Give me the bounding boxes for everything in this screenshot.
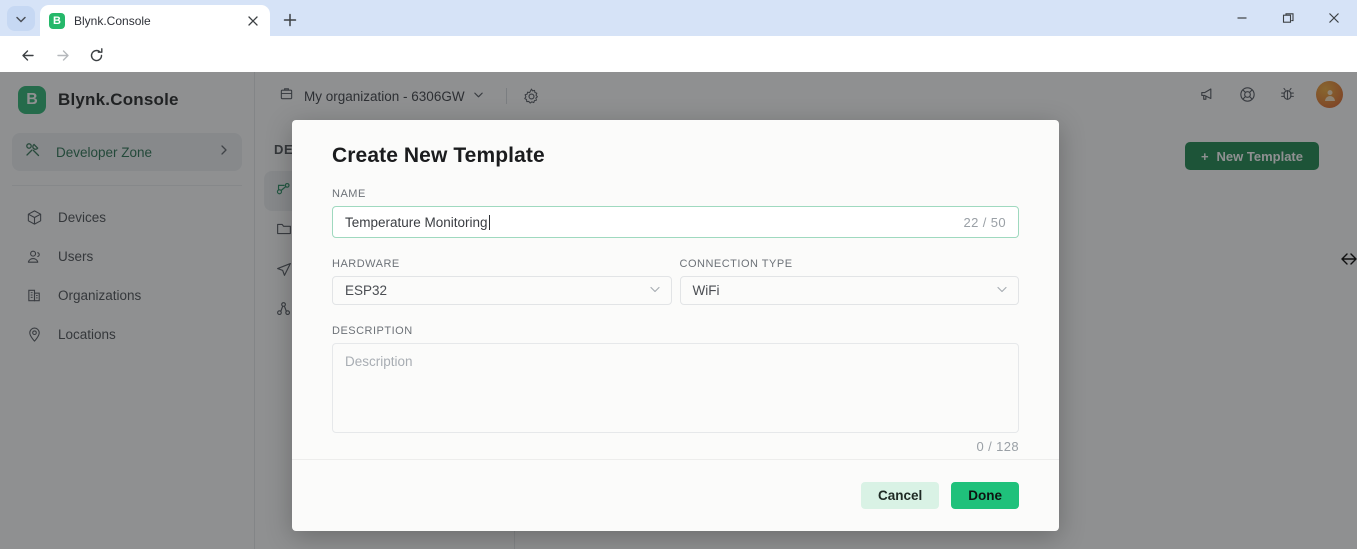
description-char-counter: 0 / 128 [332, 439, 1019, 454]
hardware-connection-row: HARDWARE ESP32 CONNECTION TYPE WiFi [332, 238, 1019, 305]
chevron-down-icon [996, 282, 1008, 300]
forward-button[interactable] [50, 43, 74, 67]
reload-button[interactable] [84, 43, 108, 67]
close-icon [1328, 12, 1340, 24]
hardware-field: HARDWARE ESP32 [332, 238, 672, 305]
hardware-select[interactable]: ESP32 [332, 276, 672, 305]
resize-cursor [1341, 252, 1357, 268]
new-tab-button[interactable] [278, 8, 302, 32]
connection-select[interactable]: WiFi [680, 276, 1020, 305]
back-button[interactable] [16, 43, 40, 67]
name-field-label: NAME [332, 188, 1019, 200]
screenshot-root: B Blynk.Console [0, 0, 1357, 549]
browser-toolbar: blynk.cloud/dashboard/170679/templates [0, 36, 1357, 72]
cancel-button[interactable]: Cancel [861, 482, 939, 509]
name-char-counter: 22 / 50 [963, 215, 1006, 230]
tab-favicon: B [49, 13, 65, 29]
window-controls [1219, 0, 1357, 36]
tab-title: Blynk.Console [74, 14, 245, 28]
modal-title: Create New Template [332, 144, 1019, 168]
chevron-down-icon [15, 13, 27, 25]
browser-tab[interactable]: B Blynk.Console [40, 5, 270, 36]
window-maximize-button[interactable] [1265, 0, 1311, 36]
connection-field-label: CONNECTION TYPE [680, 258, 1020, 270]
text-caret [489, 215, 490, 230]
tab-search-button[interactable] [7, 6, 35, 31]
plus-icon [283, 13, 297, 27]
hardware-select-value: ESP32 [345, 283, 649, 298]
minimize-icon [1236, 12, 1248, 24]
reload-icon [88, 47, 105, 64]
name-input-value: Temperature Monitoring [345, 215, 488, 230]
modal-body: Create New Template NAME Temperature Mon… [292, 120, 1059, 459]
description-textarea[interactable]: Description [332, 343, 1019, 433]
window-close-button[interactable] [1311, 0, 1357, 36]
modal-footer: Cancel Done [292, 459, 1059, 531]
connection-field: CONNECTION TYPE WiFi [680, 238, 1020, 305]
description-placeholder: Description [345, 354, 413, 369]
hardware-field-label: HARDWARE [332, 258, 672, 270]
name-input[interactable]: Temperature Monitoring 22 / 50 [332, 206, 1019, 238]
back-icon [20, 47, 37, 64]
create-template-modal: Create New Template NAME Temperature Mon… [292, 120, 1059, 531]
done-button[interactable]: Done [951, 482, 1019, 509]
tab-close-icon[interactable] [245, 13, 261, 29]
window-minimize-button[interactable] [1219, 0, 1265, 36]
forward-icon [54, 47, 71, 64]
chevron-down-icon [649, 282, 661, 300]
maximize-icon [1282, 12, 1295, 25]
browser-tab-strip: B Blynk.Console [0, 0, 1357, 36]
connection-select-value: WiFi [693, 283, 997, 298]
description-field-label: DESCRIPTION [332, 325, 1019, 337]
